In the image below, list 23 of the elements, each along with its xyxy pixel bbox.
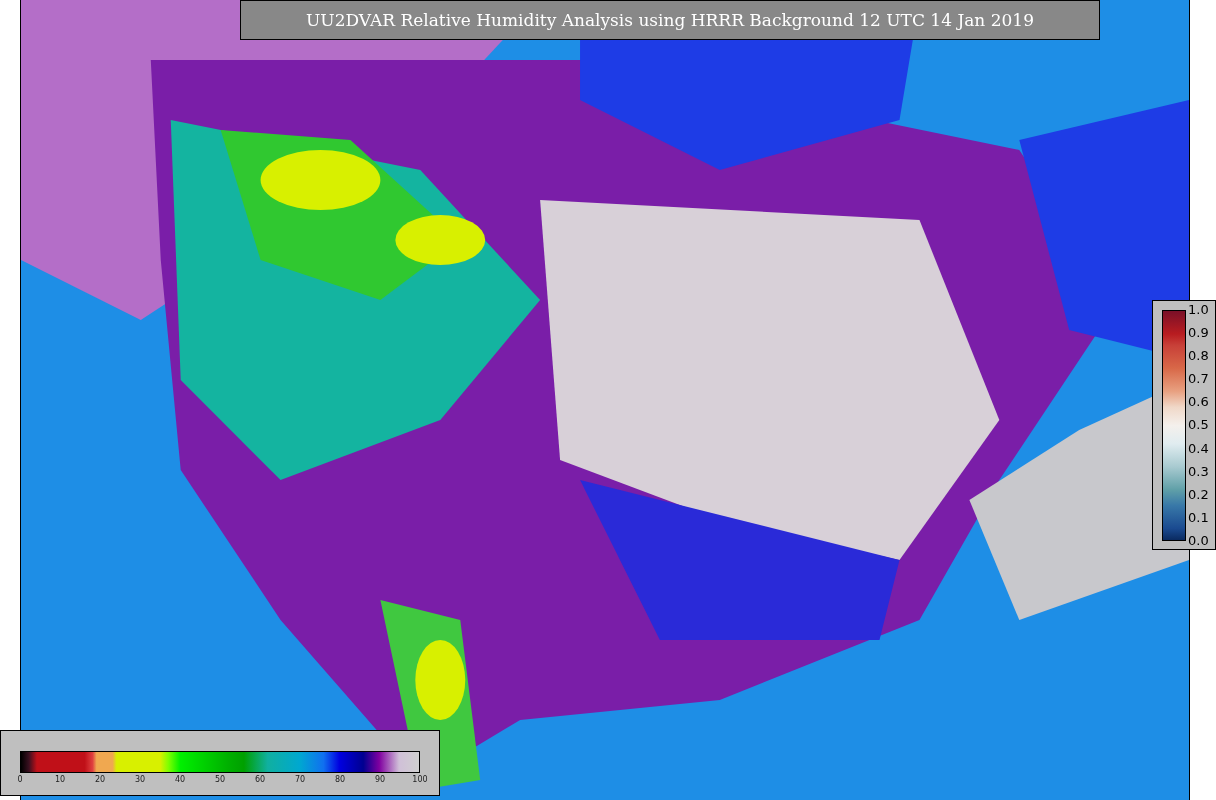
tick-label: 1.0 (1188, 302, 1209, 318)
tick-label: 0.0 (1188, 532, 1209, 549)
tick-label: 0.1 (1188, 509, 1209, 526)
tick-label: 0 (17, 775, 23, 785)
tick-label: 80 (334, 775, 346, 785)
tick-label: 30 (134, 775, 146, 785)
tick-label: 0.5 (1188, 417, 1209, 434)
tick-label: 0.4 (1188, 440, 1209, 457)
tick-label: 0.2 (1188, 486, 1209, 503)
chart-title: UU2DVAR Relative Humidity Analysis using HRRR Background 12 UTC 14 Jan 2019 (240, 0, 1100, 40)
tick-label: 40 (174, 775, 186, 785)
tick-label: 0.7 (1188, 371, 1209, 388)
tick-label: 90 (374, 775, 386, 785)
tick-label: 70 (294, 775, 306, 785)
tick-label: 10 (54, 775, 66, 785)
tick-label: 0.6 (1188, 394, 1209, 411)
tick-label: 0.3 (1188, 463, 1209, 480)
tick-label: 60 (254, 775, 266, 785)
tick-label: 0.8 (1188, 348, 1209, 365)
tick-label: 50 (214, 775, 226, 785)
tick-label: 0.9 (1188, 325, 1209, 342)
tick-label: 100 (412, 775, 428, 785)
tick-label: 20 (94, 775, 106, 785)
